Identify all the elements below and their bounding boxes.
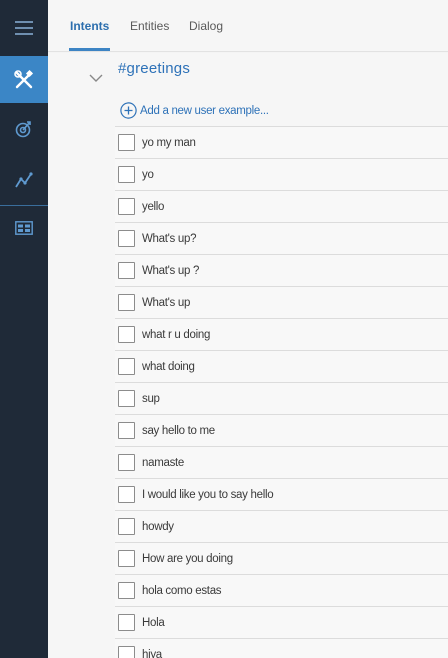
example-checkbox[interactable]	[118, 166, 135, 183]
user-examples-list: Add a new user example... yo my man yo yel…	[115, 95, 448, 658]
example-row[interactable]: say hello to me	[115, 415, 448, 447]
improve-button[interactable]	[0, 103, 48, 154]
example-row[interactable]: hola como estas	[115, 575, 448, 607]
example-text[interactable]: howdy	[142, 521, 174, 533]
example-checkbox[interactable]	[118, 614, 135, 631]
tab-entities[interactable]: Entities	[130, 19, 169, 33]
add-user-example-label: Add a new user example...	[140, 104, 269, 117]
hamburger-menu-icon	[15, 21, 33, 35]
example-row[interactable]: sup	[115, 383, 448, 415]
intent-detail-panel: #greetings Add a new user example... yo …	[48, 53, 448, 658]
example-row[interactable]: what doing	[115, 351, 448, 383]
example-text[interactable]: Hola	[142, 617, 165, 629]
example-checkbox[interactable]	[118, 518, 135, 535]
example-row[interactable]: yo my man	[115, 127, 448, 159]
dashboard-icon	[15, 221, 33, 235]
example-row[interactable]: How are you doing	[115, 543, 448, 575]
example-text[interactable]: hola como estas	[142, 585, 222, 597]
add-user-example-button[interactable]: Add a new user example...	[115, 95, 448, 127]
tab-dialog[interactable]: Dialog	[189, 19, 223, 33]
example-text[interactable]: What's up ?	[142, 265, 199, 277]
example-checkbox[interactable]	[118, 486, 135, 503]
example-text[interactable]: yo	[142, 169, 154, 181]
example-checkbox[interactable]	[118, 294, 135, 311]
example-checkbox[interactable]	[118, 454, 135, 471]
example-text[interactable]: sup	[142, 393, 160, 405]
left-nav-rail	[0, 0, 48, 658]
example-checkbox[interactable]	[118, 262, 135, 279]
example-row[interactable]: howdy	[115, 511, 448, 543]
example-text[interactable]: How are you doing	[142, 553, 233, 565]
example-checkbox[interactable]	[118, 230, 135, 247]
example-rows: yo my man yo yello What's up? What's up ? Wha…	[115, 127, 448, 658]
example-text[interactable]: yello	[142, 201, 164, 213]
example-row[interactable]: yo	[115, 159, 448, 191]
example-text[interactable]: What's up	[142, 297, 190, 309]
example-text[interactable]: what doing	[142, 361, 195, 373]
example-row[interactable]: Hola	[115, 607, 448, 639]
example-checkbox[interactable]	[118, 550, 135, 567]
example-text[interactable]: say hello to me	[142, 425, 215, 437]
intent-name[interactable]: #greetings	[118, 60, 190, 77]
menu-button[interactable]	[0, 0, 48, 56]
tab-intents[interactable]: Intents	[68, 19, 111, 51]
example-checkbox[interactable]	[118, 390, 135, 407]
example-text[interactable]: I would like you to say hello	[142, 489, 274, 501]
example-checkbox[interactable]	[118, 198, 135, 215]
example-text[interactable]: What's up?	[142, 233, 196, 245]
example-row[interactable]: hiya	[115, 639, 448, 658]
example-row[interactable]: namaste	[115, 447, 448, 479]
example-row[interactable]: what r u doing	[115, 319, 448, 351]
example-row[interactable]: I would like you to say hello	[115, 479, 448, 511]
example-row[interactable]: What's up	[115, 287, 448, 319]
example-checkbox[interactable]	[118, 358, 135, 375]
chevron-down-icon[interactable]	[88, 71, 104, 85]
add-circle-icon	[120, 102, 137, 119]
target-icon	[15, 120, 31, 137]
example-row[interactable]: What's up?	[115, 223, 448, 255]
example-text[interactable]: namaste	[142, 457, 184, 469]
tab-bar: Intents Entities Dialog	[48, 0, 448, 52]
build-tools-button[interactable]	[0, 56, 48, 103]
example-checkbox[interactable]	[118, 646, 135, 658]
example-checkbox[interactable]	[118, 134, 135, 151]
dashboard-button[interactable]	[0, 206, 48, 250]
example-row[interactable]: yello	[115, 191, 448, 223]
example-checkbox[interactable]	[118, 326, 135, 343]
example-text[interactable]: hiya	[142, 649, 162, 658]
example-text[interactable]: what r u doing	[142, 329, 210, 341]
example-row[interactable]: What's up ?	[115, 255, 448, 287]
example-checkbox[interactable]	[118, 422, 135, 439]
example-checkbox[interactable]	[118, 582, 135, 599]
analytics-button[interactable]	[0, 154, 48, 205]
tools-icon	[14, 69, 34, 88]
analytics-icon	[15, 171, 33, 187]
example-text[interactable]: yo my man	[142, 137, 196, 149]
